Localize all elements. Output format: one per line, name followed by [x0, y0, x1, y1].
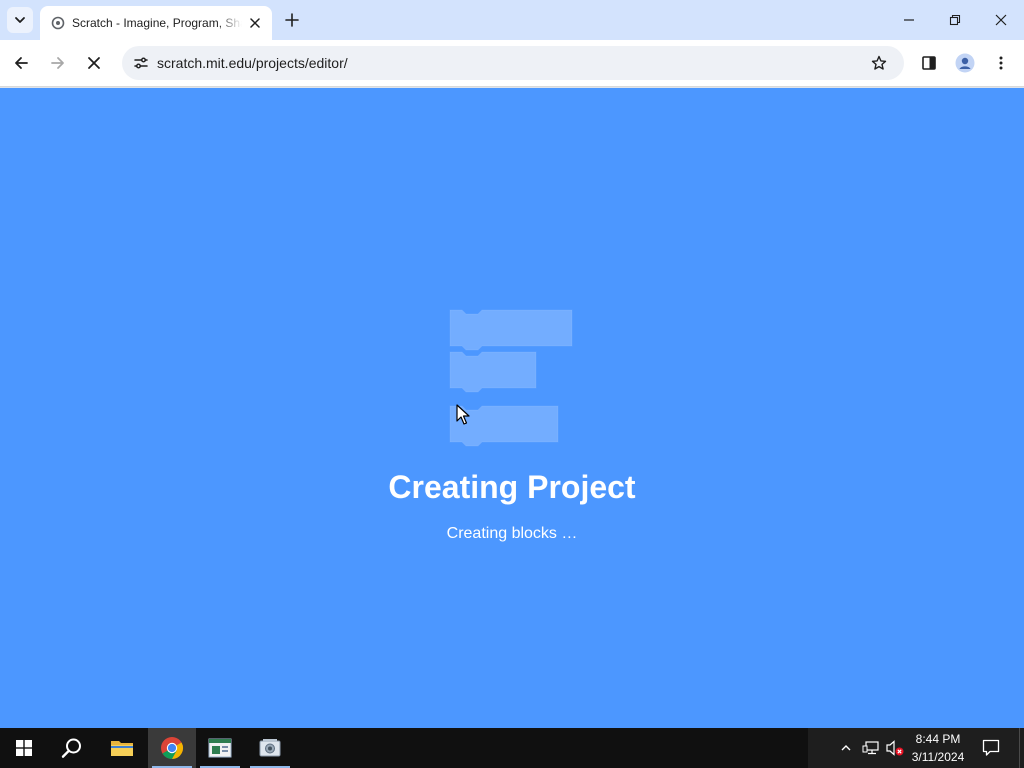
stop-loading-button[interactable]	[79, 48, 109, 78]
side-panel-icon	[922, 56, 936, 70]
loading-message: Creating blocks …	[446, 525, 578, 542]
chrome-taskbar-button[interactable]	[148, 728, 196, 768]
avatar-icon	[955, 53, 975, 73]
minimize-icon	[904, 19, 914, 21]
scratch-favicon-icon	[50, 15, 66, 31]
code-blocks-loader-icon	[449, 309, 573, 447]
url-text[interactable]: scratch.mit.edu/projects/editor/	[157, 46, 348, 80]
network-icon	[862, 741, 879, 755]
bookmark-button[interactable]	[866, 50, 892, 76]
tab-search-button[interactable]	[7, 7, 33, 33]
folder-icon	[111, 741, 133, 756]
network-status-button[interactable]	[861, 738, 881, 758]
photo-app-icon	[259, 739, 281, 757]
side-panel-button[interactable]	[914, 48, 944, 78]
minimize-button[interactable]	[886, 0, 932, 40]
close-icon	[88, 57, 100, 69]
taskbar-search-button[interactable]	[48, 728, 96, 768]
profile-button[interactable]	[950, 48, 980, 78]
file-explorer-button[interactable]	[98, 728, 146, 768]
windows-logo-icon	[16, 740, 32, 756]
mouse-pointer-icon	[456, 404, 470, 425]
forward-button[interactable]	[43, 48, 73, 78]
arrow-left-icon	[15, 57, 28, 69]
clock-date: 3/11/2024	[911, 750, 965, 764]
more-vert-icon	[999, 56, 1003, 70]
back-button[interactable]	[6, 48, 36, 78]
new-tab-button[interactable]	[280, 8, 304, 32]
start-button[interactable]	[0, 728, 48, 768]
chevron-up-icon	[841, 745, 851, 751]
show-desktop-button[interactable]	[1019, 728, 1024, 768]
chevron-down-icon	[15, 17, 25, 23]
image-viewer-button[interactable]	[246, 728, 294, 768]
arrow-right-icon	[51, 57, 64, 69]
show-hidden-icons-button[interactable]	[836, 738, 856, 758]
taskbar-clock[interactable]: 8:44 PM 3/11/2024	[904, 730, 972, 766]
tab-title: Scratch - Imagine, Program, Share	[72, 16, 242, 30]
close-window-button[interactable]	[978, 0, 1024, 40]
plus-icon	[285, 13, 299, 27]
volume-muted-icon	[886, 740, 904, 756]
close-icon	[995, 14, 1007, 26]
close-icon	[250, 18, 260, 28]
search-icon	[61, 738, 81, 758]
app-window-button[interactable]	[196, 728, 244, 768]
scratch-loading-screen: Creating Project Creating blocks …	[0, 88, 1024, 728]
tab-strip: Scratch - Imagine, Program, Share	[0, 0, 1024, 40]
clock-time: 8:44 PM	[915, 732, 961, 746]
restore-icon	[949, 14, 961, 26]
tab-close-button[interactable]	[246, 14, 264, 32]
notification-icon	[982, 739, 1000, 756]
restore-button[interactable]	[932, 0, 978, 40]
browser-tab[interactable]: Scratch - Imagine, Program, Share	[40, 6, 272, 40]
chrome-icon	[161, 737, 183, 759]
browser-toolbar: scratch.mit.edu/projects/editor/	[0, 40, 1024, 87]
action-center-button[interactable]	[980, 738, 1002, 758]
windows-taskbar: 8:44 PM 3/11/2024	[0, 728, 1024, 768]
volume-button[interactable]	[885, 738, 905, 758]
address-bar[interactable]: scratch.mit.edu/projects/editor/	[122, 46, 904, 80]
menu-button[interactable]	[986, 48, 1016, 78]
tune-icon	[134, 57, 148, 69]
loading-title: Creating Project	[388, 469, 636, 505]
site-info-button[interactable]	[128, 50, 154, 76]
app-window-icon	[208, 738, 232, 758]
star-icon	[871, 55, 887, 70]
